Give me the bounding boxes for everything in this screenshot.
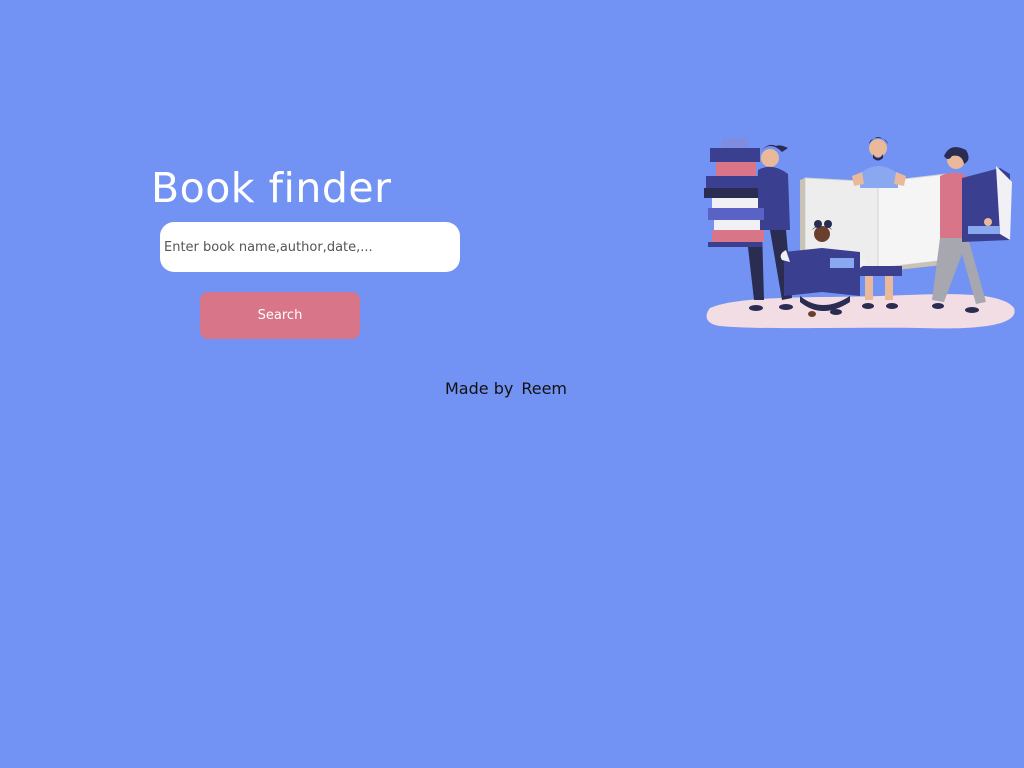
- page: Book finder Search Made by Reem: [0, 0, 1024, 768]
- search-input[interactable]: [160, 222, 460, 272]
- page-title: Book finder: [151, 164, 392, 212]
- made-by-label: Made by: [445, 379, 514, 398]
- search-button[interactable]: Search: [200, 292, 360, 339]
- footer-credit: Made by Reem: [445, 379, 567, 398]
- people-reading-books-illustration: [704, 137, 1015, 329]
- author-name: Reem: [521, 379, 567, 398]
